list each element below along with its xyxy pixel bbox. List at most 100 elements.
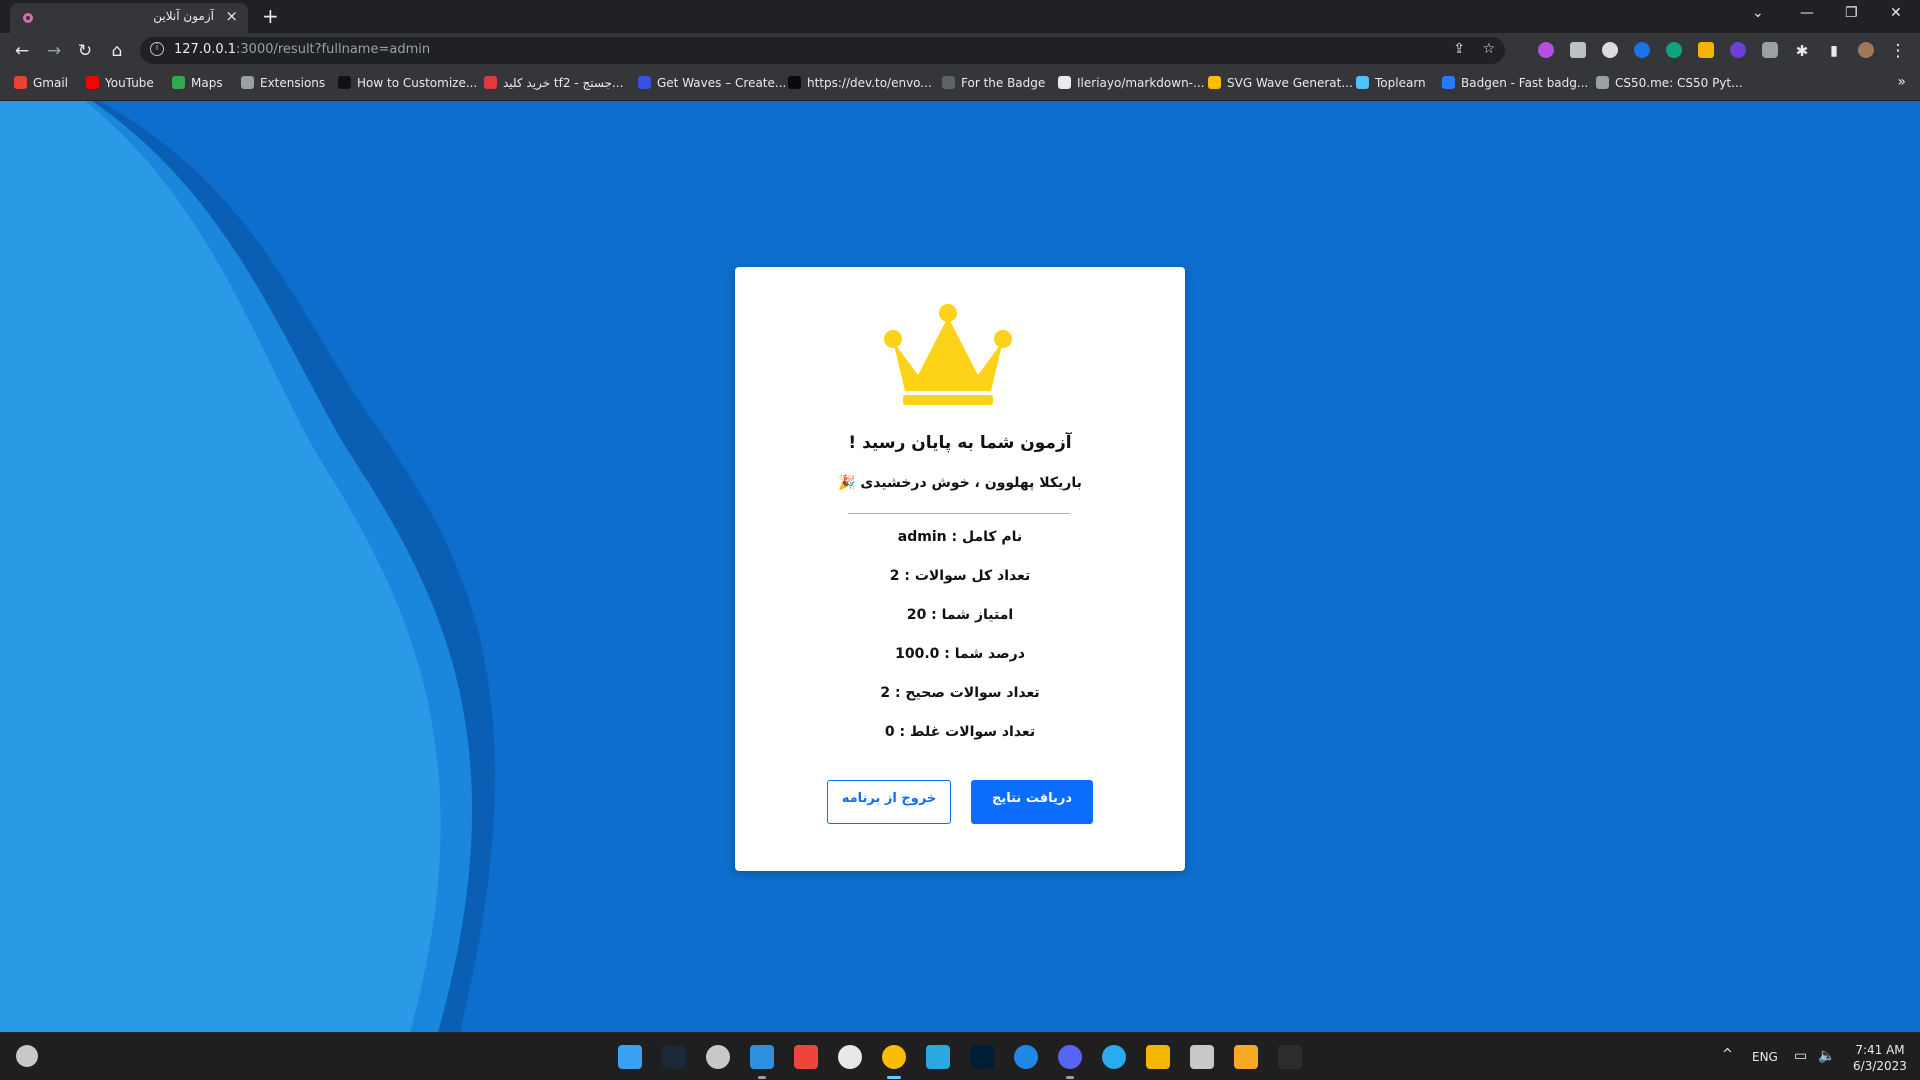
terminal-icon[interactable]	[1278, 1045, 1302, 1069]
bookmark-item[interactable]: خرید کلید tf2 - جستج...	[484, 76, 623, 90]
address-bar[interactable]: i 127.0.0.1:3000/result?fullname=admin ⇪…	[140, 37, 1505, 64]
discord-icon[interactable]	[1058, 1045, 1082, 1069]
volume-icon[interactable]: 🔈	[1818, 1048, 1835, 1064]
menu-kebab-icon[interactable]: ⋮	[1886, 39, 1910, 63]
app-store-icon[interactable]	[1014, 1045, 1038, 1069]
bookmark-favicon-icon	[14, 76, 27, 89]
exit-button[interactable]: خروج از برنامه	[827, 780, 951, 824]
bookmark-favicon-icon	[788, 76, 801, 89]
result-subtitle: باریکلا پهلوون ، خوش درخشیدی 🎉	[838, 475, 1082, 491]
back-icon[interactable]: ←	[10, 39, 34, 63]
extensions-puzzle-icon[interactable]: ✱	[1790, 39, 1814, 63]
bookmark-label: Gmail	[33, 76, 69, 90]
share-icon[interactable]: ⇪	[1453, 41, 1465, 57]
bookmark-favicon-icon	[172, 76, 185, 89]
bookmark-item[interactable]: https://dev.to/envo...	[788, 76, 932, 90]
address-url[interactable]: 127.0.0.1:3000/result?fullname=admin	[174, 42, 430, 57]
bookmark-item[interactable]: How to Customize...	[338, 76, 477, 90]
minimize-icon[interactable]: —	[1800, 5, 1814, 21]
bookmark-item[interactable]: SVG Wave Generat...	[1208, 76, 1353, 90]
extension-7-icon[interactable]	[1730, 42, 1746, 58]
stat-wrong: تعداد سوالات غلط : 0	[884, 724, 1036, 740]
clock[interactable]: 7:41 AM 6/3/2023	[1848, 1042, 1912, 1074]
bookmark-label: Toplearn	[1375, 76, 1426, 90]
camera-extension-icon[interactable]	[1570, 42, 1586, 58]
tab-favicon-icon	[23, 13, 33, 23]
shield-icon[interactable]	[1762, 42, 1778, 58]
bookmark-label: خرید کلید tf2 - جستج...	[503, 76, 624, 90]
bookmark-item[interactable]: Get Waves – Create...	[638, 76, 786, 90]
tab-close-icon[interactable]: ×	[225, 7, 238, 25]
weather-widget-icon[interactable]	[16, 1045, 38, 1067]
side-panel-icon[interactable]: ▮	[1822, 39, 1846, 63]
bookmarks-overflow-icon[interactable]: »	[1897, 74, 1906, 90]
home-icon[interactable]: ⌂	[105, 39, 129, 63]
extension-3-icon[interactable]	[1602, 42, 1618, 58]
stat-score: امتیاز شما : 20	[906, 607, 1014, 623]
get-results-button[interactable]: دریافت نتایج	[971, 780, 1093, 824]
obs-like-icon[interactable]	[706, 1045, 730, 1069]
bookmark-favicon-icon	[86, 76, 99, 89]
telegram-icon[interactable]	[1102, 1045, 1126, 1069]
bookmark-item[interactable]: Extensions	[241, 76, 325, 90]
restore-icon[interactable]: ❐	[1845, 5, 1858, 21]
browser-tab[interactable]: آزمون آنلاین ×	[10, 3, 248, 33]
site-info-icon[interactable]: i	[150, 42, 164, 56]
bookmark-label: Badgen - Fast badg...	[1461, 76, 1589, 90]
browser-toolbar: ← → ↻ ⌂ i 127.0.0.1:3000/result?fullname…	[0, 33, 1920, 68]
bookmark-favicon-icon	[638, 76, 651, 89]
bookmark-favicon-icon	[241, 76, 254, 89]
reload-icon[interactable]: ↻	[73, 39, 97, 63]
network-tool-icon[interactable]	[1190, 1045, 1214, 1069]
obs-icon[interactable]	[838, 1045, 862, 1069]
remote-desktop-icon[interactable]	[926, 1045, 950, 1069]
photoshop-icon[interactable]	[970, 1045, 994, 1069]
files-icon[interactable]	[1234, 1045, 1258, 1069]
bookmark-item[interactable]: Ileriayo/markdown-...	[1058, 76, 1204, 90]
clock-date: 6/3/2023	[1853, 1059, 1907, 1073]
bookmark-item[interactable]: CS50.me: CS50 Pyt...	[1596, 76, 1743, 90]
bookmarks-bar: Gmail YouTube Maps Extensions How to Customi…	[0, 68, 1920, 101]
steam-icon[interactable]	[662, 1045, 686, 1069]
bookmark-item[interactable]: For the Badge	[942, 76, 1045, 90]
input-language[interactable]: ENG	[1752, 1050, 1778, 1064]
tray-overflow-icon[interactable]: ^	[1722, 1047, 1733, 1062]
running-indicator	[758, 1076, 766, 1079]
bookmark-label: Extensions	[260, 76, 326, 90]
page-content: آزمون شما به پایان رسید ! باریکلا پهلوون…	[0, 101, 1920, 1032]
bookmark-star-icon[interactable]: ☆	[1482, 41, 1495, 57]
stat-total-questions: تعداد کل سوالات : 2	[889, 568, 1031, 584]
anydesk-icon[interactable]	[794, 1045, 818, 1069]
crown-icon	[884, 304, 1012, 405]
bookmark-favicon-icon	[1356, 76, 1369, 89]
bookmark-item[interactable]: Toplearn	[1356, 76, 1426, 90]
profile-avatar[interactable]	[1858, 42, 1874, 58]
tab-strip: آزمون آنلاین × + ⌄ — ❐ ✕	[0, 0, 1920, 33]
bookmark-item[interactable]: Gmail	[14, 76, 68, 90]
vs-code-alt-icon[interactable]	[1146, 1045, 1170, 1069]
new-tab-icon[interactable]: +	[262, 3, 279, 29]
bookmark-favicon-icon	[1596, 76, 1609, 89]
bookmark-item[interactable]: Badgen - Fast badg...	[1442, 76, 1588, 90]
stat-full-name: نام کامل : admin	[897, 529, 1023, 545]
bookmark-favicon-icon	[338, 76, 351, 89]
extension-5-icon[interactable]	[1666, 42, 1682, 58]
bookmark-label: How to Customize...	[357, 76, 478, 90]
bookmark-favicon-icon	[942, 76, 955, 89]
network-icon[interactable]: ▭	[1794, 1048, 1807, 1064]
extension-6-icon[interactable]	[1698, 42, 1714, 58]
stat-correct: تعداد سوالات صحیح : 2	[880, 685, 1040, 701]
bookmark-label: CS50.me: CS50 Pyt...	[1615, 76, 1743, 90]
tab-search-icon[interactable]: ⌄	[1752, 5, 1764, 21]
result-title: آزمون شما به پایان رسید !	[848, 433, 1072, 453]
close-window-icon[interactable]: ✕	[1890, 5, 1902, 21]
extension-1-icon[interactable]	[1538, 42, 1554, 58]
start-icon[interactable]	[618, 1045, 642, 1069]
vscode-icon[interactable]	[750, 1045, 774, 1069]
forward-icon[interactable]: →	[42, 39, 66, 63]
bookmark-item[interactable]: Maps	[172, 76, 223, 90]
chrome-icon[interactable]	[882, 1045, 906, 1069]
bookmark-item[interactable]: YouTube	[86, 76, 154, 90]
running-indicator	[1066, 1076, 1074, 1079]
extension-4-icon[interactable]	[1634, 42, 1650, 58]
